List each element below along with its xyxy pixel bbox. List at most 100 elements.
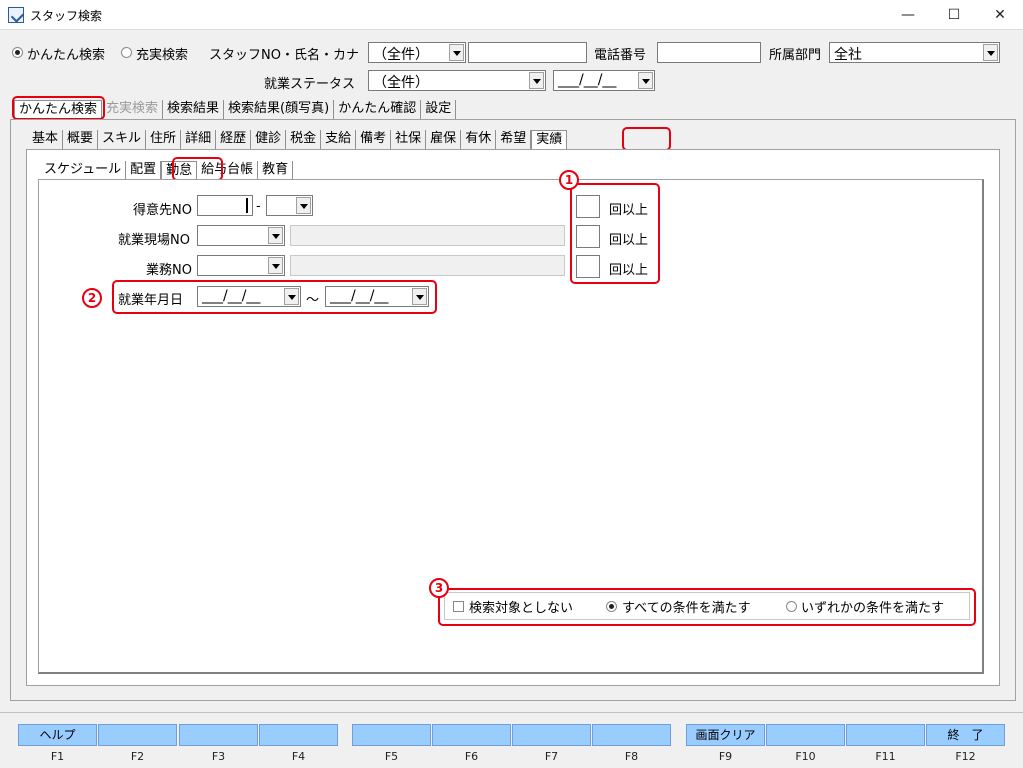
f6-key-label: F6 [464, 750, 479, 763]
f7-button[interactable] [512, 724, 591, 746]
tab-results[interactable]: 実績 [531, 130, 568, 149]
phone-label: 電話番号 [594, 48, 647, 63]
minimize-button[interactable]: — [885, 0, 931, 30]
work-label: 業務NO [146, 263, 192, 278]
annotation-number-3: 3 [429, 578, 449, 598]
app-icon [8, 7, 24, 23]
tab-skill[interactable]: スキル [98, 130, 147, 149]
chevron-down-icon [983, 44, 998, 61]
tab-wish[interactable]: 希望 [496, 130, 532, 149]
f6-button[interactable] [432, 724, 511, 746]
tab-payment[interactable]: 支給 [321, 130, 357, 149]
simple-search-label: かんたん検索 [27, 48, 106, 63]
f9-key-label: F9 [718, 750, 733, 763]
tab-employment-insurance[interactable]: 雇保 [426, 130, 462, 149]
tab-detail[interactable]: 詳細 [181, 130, 217, 149]
status-date-value: ___/__/__ [558, 72, 617, 88]
chevron-down-icon [638, 72, 653, 89]
tab-schedule[interactable]: スケジュール [40, 161, 127, 180]
chevron-down-icon [296, 197, 311, 214]
tab-settings[interactable]: 設定 [421, 100, 457, 119]
f4-button[interactable] [259, 724, 338, 746]
sub-tab-bar: 基本 概要 スキル 住所 詳細 経歴 健診 税金 支給 備考 社保 雇保 有休 … [28, 130, 568, 149]
tab-remarks[interactable]: 備考 [356, 130, 392, 149]
customer-input[interactable] [197, 195, 253, 216]
tab-overview[interactable]: 概要 [63, 130, 99, 149]
status-select-value: （全件） [373, 75, 429, 91]
chevron-down-icon [268, 227, 283, 244]
f11-key-label: F11 [875, 750, 896, 763]
tab-career[interactable]: 経歴 [216, 130, 252, 149]
close-button[interactable]: ✕ [977, 0, 1023, 30]
status-date-picker[interactable]: ___/__/__ [553, 70, 655, 91]
tab-full-search[interactable]: 充実検索 [102, 100, 164, 119]
staff-select[interactable]: （全件） [368, 42, 466, 63]
f3-key-label: F3 [211, 750, 226, 763]
work-name-field [290, 255, 565, 276]
tab-basic[interactable]: 基本 [28, 130, 64, 149]
status-select[interactable]: （全件） [368, 70, 546, 91]
tab-tax[interactable]: 税金 [286, 130, 322, 149]
tab-search-results-photo[interactable]: 検索結果(顔写真) [224, 100, 335, 119]
window-title: スタッフ検索 [30, 9, 103, 23]
f1-button[interactable]: ヘルプ [18, 724, 97, 746]
tab-checkup[interactable]: 健診 [251, 130, 287, 149]
chevron-down-icon [268, 257, 283, 274]
tab-paid-leave[interactable]: 有休 [461, 130, 497, 149]
f5-key-label: F5 [384, 750, 399, 763]
customer-branch-select[interactable] [266, 195, 313, 216]
f12-key-label: F12 [955, 750, 976, 763]
phone-input[interactable] [657, 42, 761, 63]
dept-label: 所属部門 [769, 48, 822, 63]
f10-button[interactable] [766, 724, 845, 746]
annotation-number-1: 1 [559, 170, 579, 190]
maximize-button[interactable]: ☐ [931, 0, 977, 30]
highlight-attendance-tab [172, 157, 223, 181]
work-select[interactable] [197, 255, 285, 276]
f2-key-label: F2 [130, 750, 145, 763]
f11-button[interactable] [846, 724, 925, 746]
f4-key-label: F4 [291, 750, 306, 763]
customer-sep: - [256, 199, 261, 214]
f5-button[interactable] [352, 724, 431, 746]
annotation-number-2: 2 [82, 288, 102, 308]
tab-search-results[interactable]: 検索結果 [163, 100, 225, 119]
f9-clear-button[interactable]: 画面クリア [686, 724, 765, 746]
tab-address[interactable]: 住所 [146, 130, 182, 149]
site-select[interactable] [197, 225, 285, 246]
highlight-period [112, 280, 437, 314]
highlight-conditions [438, 588, 976, 626]
f8-key-label: F8 [624, 750, 639, 763]
dept-select[interactable]: 全社 [829, 42, 1000, 63]
tab-simple-confirm[interactable]: かんたん確認 [334, 100, 422, 119]
f2-button[interactable] [98, 724, 177, 746]
function-key-bar: ヘルプ 画面クリア 終 了 F1 F2 F3 F4 F5 F6 F7 F8 F9… [0, 712, 1023, 768]
highlight-main-tab [12, 96, 105, 120]
inner-tab-bar: スケジュール 配置 勤怠 給与台帳 教育 [40, 161, 294, 180]
staff-select-value: （全件） [373, 47, 429, 63]
f8-button[interactable] [592, 724, 671, 746]
f1-key-label: F1 [50, 750, 65, 763]
f12-exit-button[interactable]: 終 了 [926, 724, 1005, 746]
site-label: 就業現場NO [118, 233, 190, 248]
highlight-count-inputs [570, 183, 660, 284]
full-search-radio[interactable] [121, 47, 132, 58]
tab-social-insurance[interactable]: 社保 [391, 130, 427, 149]
text-cursor [246, 198, 248, 213]
highlight-results-tab [622, 127, 671, 151]
customer-label: 得意先NO [133, 203, 192, 218]
chevron-down-icon [449, 44, 464, 61]
f7-key-label: F7 [544, 750, 559, 763]
full-search-label: 充実検索 [136, 48, 189, 63]
title-bar: スタッフ検索 — ☐ ✕ [0, 0, 1023, 30]
site-name-field [290, 225, 565, 246]
f3-button[interactable] [179, 724, 258, 746]
simple-search-radio[interactable] [12, 47, 23, 58]
tab-education[interactable]: 教育 [258, 161, 294, 180]
status-label: 就業ステータス [264, 77, 356, 92]
dept-select-value: 全社 [834, 47, 862, 63]
tab-placement[interactable]: 配置 [126, 161, 162, 180]
staff-search-input[interactable] [468, 42, 587, 63]
chevron-down-icon [529, 72, 544, 89]
f10-key-label: F10 [795, 750, 816, 763]
